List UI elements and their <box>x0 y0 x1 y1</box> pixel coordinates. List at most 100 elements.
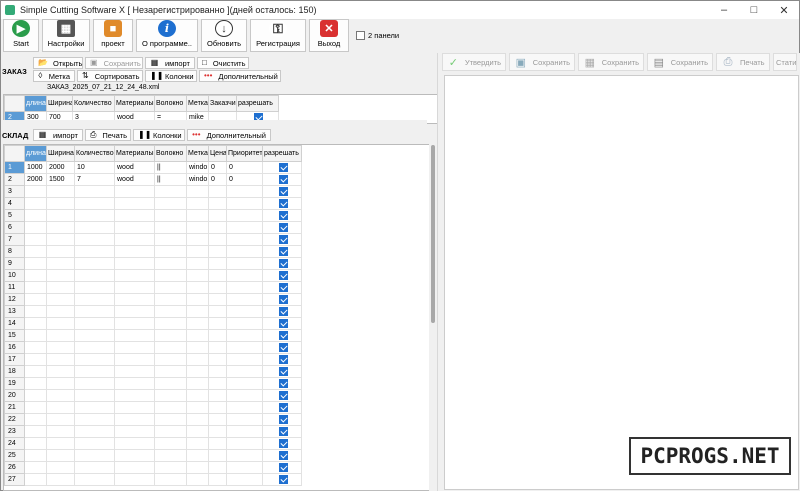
allow-checkbox[interactable] <box>278 403 288 412</box>
stock-col-qty[interactable]: Количество <box>74 145 115 162</box>
table-row[interactable]: 8 <box>4 245 302 258</box>
table-row[interactable]: 18 <box>4 365 302 378</box>
save-button-1[interactable]: ▣ Сохранить <box>509 53 575 71</box>
table-row[interactable]: 17 <box>4 353 302 366</box>
table-row[interactable]: 12 <box>4 293 302 306</box>
scroll-thumb[interactable] <box>431 145 435 323</box>
table-row[interactable]: 3 <box>4 185 302 198</box>
stock-import-button[interactable]: ▦ импорт <box>33 129 83 141</box>
order-label-button[interactable]: ◊ Метка <box>33 70 75 82</box>
allow-checkbox[interactable] <box>278 211 288 220</box>
allow-checkbox[interactable] <box>278 307 288 316</box>
allow-checkbox[interactable] <box>278 391 288 400</box>
stock-extra-button[interactable]: ••• Дополнительный <box>187 129 271 141</box>
project-button[interactable]: ■ проект <box>93 19 133 52</box>
table-row[interactable]: 23 <box>4 425 302 438</box>
table-row[interactable]: 6 <box>4 221 302 234</box>
order-col-material[interactable]: Материалы <box>114 95 155 112</box>
table-row[interactable]: 16 <box>4 341 302 354</box>
table-row[interactable]: 10 <box>4 269 302 282</box>
allow-checkbox[interactable] <box>278 451 288 460</box>
order-clear-button[interactable]: □ Очистить <box>197 57 249 69</box>
order-columns-button[interactable]: ❚❚ Колонки <box>145 70 197 82</box>
table-row[interactable]: 1 1000 2000 10 wood || windo 0 0 <box>4 161 302 174</box>
stock-vscrollbar[interactable] <box>429 143 437 491</box>
order-col-allow[interactable]: разрешать <box>236 95 279 112</box>
allow-checkbox[interactable] <box>278 295 288 304</box>
table-row[interactable]: 15 <box>4 329 302 342</box>
save-pdf-button[interactable]: ▤ Сохранить <box>647 53 713 71</box>
allow-checkbox[interactable] <box>278 355 288 364</box>
table-row[interactable]: 25 <box>4 449 302 462</box>
order-import-button[interactable]: ▦ импорт <box>145 57 195 69</box>
table-row[interactable]: 24 <box>4 437 302 450</box>
two-panels-toggle[interactable]: 2 панели <box>356 31 399 40</box>
table-row[interactable]: 11 <box>4 281 302 294</box>
allow-checkbox[interactable] <box>278 343 288 352</box>
stock-col-width[interactable]: Ширина <box>46 145 75 162</box>
allow-checkbox[interactable] <box>278 463 288 472</box>
stock-col-allow[interactable]: разрешать <box>262 145 302 162</box>
minimize-icon[interactable]: – <box>709 1 739 19</box>
allow-checkbox[interactable] <box>278 223 288 232</box>
table-row[interactable]: 26 <box>4 461 302 474</box>
approve-button[interactable]: ✓ Утвердить <box>442 53 506 71</box>
allow-checkbox[interactable] <box>278 163 288 172</box>
allow-checkbox[interactable] <box>278 319 288 328</box>
allow-checkbox[interactable] <box>278 427 288 436</box>
settings-button[interactable]: ▦ Настройки <box>42 19 90 52</box>
close-icon[interactable]: ✕ <box>769 1 799 19</box>
allow-checkbox[interactable] <box>278 199 288 208</box>
order-col-width[interactable]: Ширина <box>46 95 73 112</box>
table-row[interactable]: 20 <box>4 389 302 402</box>
allow-checkbox[interactable] <box>278 175 288 184</box>
table-row[interactable]: 4 <box>4 197 302 210</box>
allow-checkbox[interactable] <box>278 271 288 280</box>
table-row[interactable]: 22 <box>4 413 302 426</box>
table-row[interactable]: 14 <box>4 317 302 330</box>
about-button[interactable]: i О программе.. <box>136 19 198 52</box>
update-button[interactable]: ↓ Обновить <box>201 19 247 52</box>
table-row[interactable]: 27 <box>4 473 302 486</box>
maximize-icon[interactable]: □ <box>739 1 769 19</box>
print-button[interactable]: ⎙ Печать <box>716 53 770 71</box>
save-button-2[interactable]: ▦ Сохранить <box>578 53 644 71</box>
allow-checkbox[interactable] <box>278 331 288 340</box>
stock-print-button[interactable]: ⎙ Печать <box>85 129 131 141</box>
allow-checkbox[interactable] <box>278 379 288 388</box>
stock-col-grain[interactable]: Волокно <box>154 145 187 162</box>
allow-checkbox[interactable] <box>278 187 288 196</box>
table-row[interactable]: 21 <box>4 401 302 414</box>
stock-columns-button[interactable]: ❚❚ Колонки <box>133 129 185 141</box>
stock-col-priority[interactable]: Приоритет <box>226 145 263 162</box>
order-open-button[interactable]: 📂 Открыть <box>33 57 83 69</box>
stock-col-material[interactable]: Материалы <box>114 145 155 162</box>
table-row[interactable]: 13 <box>4 305 302 318</box>
order-hscrollbar[interactable] <box>3 120 427 124</box>
layout-canvas[interactable] <box>444 75 799 490</box>
table-row[interactable]: 19 <box>4 377 302 390</box>
order-col-grain[interactable]: Волокно <box>154 95 187 112</box>
stats-button[interactable]: Стати <box>773 53 797 71</box>
order-save-button[interactable]: ▣ Сохранить <box>85 57 143 69</box>
table-row[interactable]: 9 <box>4 257 302 270</box>
allow-checkbox[interactable] <box>278 367 288 376</box>
register-button[interactable]: ⚿ Регистрация <box>250 19 306 52</box>
allow-checkbox[interactable] <box>278 439 288 448</box>
order-col-qty[interactable]: Количество <box>72 95 115 112</box>
order-extra-button[interactable]: ••• Дополнительный <box>199 70 281 82</box>
stock-col-label[interactable]: Метка <box>186 145 209 162</box>
order-sort-button[interactable]: ⇅ Сортировать <box>77 70 143 82</box>
exit-button[interactable]: ✕ Выход <box>309 19 349 52</box>
allow-checkbox[interactable] <box>278 235 288 244</box>
allow-checkbox[interactable] <box>278 283 288 292</box>
stock-col-price[interactable]: Цена <box>208 145 227 162</box>
stock-col-length[interactable]: длина <box>24 145 47 162</box>
allow-checkbox[interactable] <box>278 475 288 484</box>
allow-checkbox[interactable] <box>278 259 288 268</box>
table-row[interactable]: 5 <box>4 209 302 222</box>
table-row[interactable]: 2 2000 1500 7 wood || windo 0 0 <box>4 173 302 186</box>
allow-checkbox[interactable] <box>278 247 288 256</box>
start-button[interactable]: ▶ Start <box>3 19 39 52</box>
table-row[interactable]: 7 <box>4 233 302 246</box>
